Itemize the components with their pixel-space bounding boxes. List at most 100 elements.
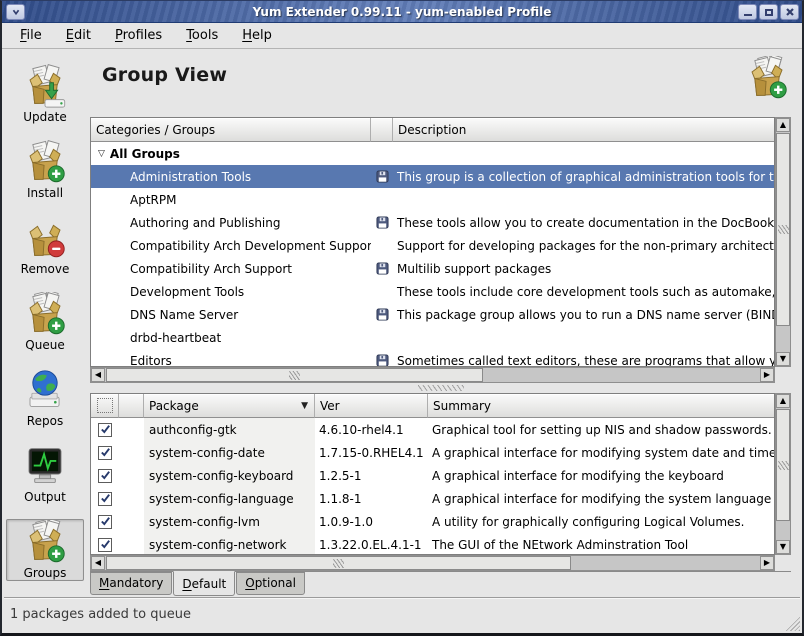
maximize-icon — [765, 9, 773, 16]
scroll-up-button[interactable]: ▲ — [776, 118, 790, 132]
groups-icon — [744, 56, 792, 102]
close-button[interactable] — [780, 4, 799, 20]
column-header-ver[interactable]: Ver — [315, 394, 428, 418]
scroll-down-button[interactable]: ▼ — [776, 540, 790, 554]
package-summary: A graphical interface for modifying the … — [428, 492, 774, 506]
sidebar-item-remove[interactable]: Remove — [6, 215, 84, 277]
column-header-icon[interactable] — [371, 118, 393, 142]
tab-optional[interactable]: Optional — [236, 572, 305, 595]
column-header-package[interactable]: Package▼ — [144, 394, 315, 418]
scrollbar-thumb[interactable] — [776, 133, 790, 326]
pane-resize-handle[interactable] — [90, 384, 791, 392]
sidebar-item-output[interactable]: Output — [6, 443, 84, 505]
package-row[interactable]: system-config-language1.1.8-1A graphical… — [91, 487, 774, 510]
group-row[interactable]: DNS Name Server This package group allow… — [91, 303, 774, 326]
floppy-icon — [371, 354, 393, 366]
group-row[interactable]: Authoring and Publishing These tools all… — [91, 211, 774, 234]
sidebar-item-queue[interactable]: Queue — [6, 291, 84, 353]
package-row[interactable]: system-config-lvm1.0.9-1.0A utility for … — [91, 510, 774, 533]
group-row[interactable]: Editors Sometimes called text editors, t… — [91, 349, 774, 366]
tab-default[interactable]: Default — [173, 571, 235, 596]
select-all-box[interactable] — [97, 398, 113, 413]
packages-vertical-scrollbar[interactable]: ▲ ▼ — [775, 393, 791, 555]
column-header-summary[interactable]: Summary — [428, 394, 774, 418]
groups-icon — [22, 520, 68, 565]
group-description: Multilib support packages — [393, 262, 774, 276]
package-type-tabs: MandatoryDefaultOptional — [90, 571, 791, 599]
package-row[interactable]: system-config-keyboard1.2.5-1A graphical… — [91, 464, 774, 487]
sidebar-item-label: Install — [27, 186, 63, 200]
package-summary: A utility for graphically configuring Lo… — [428, 515, 774, 529]
tab-mandatory[interactable]: Mandatory — [90, 572, 172, 595]
window-title: Yum Extender 0.99.11 - yum-enabled Profi… — [2, 5, 802, 19]
scroll-left-button[interactable]: ◀ — [91, 556, 105, 570]
package-name: system-config-network — [144, 533, 315, 554]
package-row[interactable]: system-config-date1.7.15-0.RHEL4.1A grap… — [91, 441, 774, 464]
menu-file[interactable]: File — [10, 25, 52, 46]
group-row[interactable]: drbd-heartbeat — [91, 326, 774, 349]
column-header-checkbox[interactable] — [91, 394, 119, 418]
menubar: FileEditProfilesToolsHelp — [2, 23, 802, 49]
maximize-button[interactable] — [759, 4, 778, 20]
package-summary: Graphical tool for setting up NIS and sh… — [428, 423, 774, 437]
sidebar-item-repos[interactable]: Repos — [6, 367, 84, 429]
titlebar[interactable]: Yum Extender 0.99.11 - yum-enabled Profi… — [2, 1, 802, 23]
group-name: Authoring and Publishing — [91, 216, 371, 230]
resize-grip[interactable] — [785, 616, 800, 631]
package-version: 1.3.22.0.EL.4.1-1 — [315, 538, 428, 552]
scroll-left-button[interactable]: ◀ — [91, 368, 105, 382]
column-header-categories[interactable]: Categories / Groups — [91, 118, 371, 142]
package-checkbox[interactable] — [98, 492, 112, 506]
group-row[interactable]: Compatibility Arch Support Multilib supp… — [91, 257, 774, 280]
groups-vertical-scrollbar[interactable]: ▲ ▼ — [775, 117, 791, 367]
minimize-button[interactable] — [738, 4, 757, 20]
group-name: Administration Tools — [91, 170, 371, 184]
packages-table: Package▼ Ver Summary authconfig-gtk4.6.1… — [90, 393, 791, 571]
scroll-up-button[interactable]: ▲ — [776, 394, 790, 408]
menu-profiles[interactable]: Profiles — [105, 25, 172, 46]
window-menu-button[interactable] — [6, 4, 25, 20]
scroll-right-button[interactable]: ▶ — [760, 556, 774, 570]
scroll-down-button[interactable]: ▼ — [776, 352, 790, 366]
group-name: DNS Name Server — [91, 308, 371, 322]
package-checkbox[interactable] — [98, 446, 112, 460]
expander-icon[interactable]: ▽ — [98, 149, 105, 159]
sidebar-item-update[interactable]: Update — [6, 63, 84, 125]
group-description: This package group allows you to run a D… — [393, 308, 774, 322]
scrollbar-thumb[interactable] — [776, 409, 790, 521]
close-icon — [785, 7, 795, 17]
package-name: system-config-date — [144, 441, 315, 464]
package-version: 1.7.15-0.RHEL4.1 — [315, 446, 428, 460]
app-window: Yum Extender 0.99.11 - yum-enabled Profi… — [0, 0, 804, 636]
group-name: AptRPM — [91, 193, 371, 207]
scroll-right-button[interactable]: ▶ — [760, 368, 774, 382]
package-checkbox[interactable] — [98, 469, 112, 483]
column-header-description[interactable]: Description — [393, 118, 774, 142]
column-header-spacer[interactable] — [119, 394, 144, 418]
group-row[interactable]: ▽All Groups — [91, 142, 774, 165]
sidebar-item-label: Update — [23, 110, 66, 124]
menu-tools[interactable]: Tools — [176, 25, 228, 46]
sidebar-item-label: Output — [24, 490, 66, 504]
menu-help[interactable]: Help — [232, 25, 282, 46]
package-row[interactable]: system-config-network1.3.22.0.EL.4.1-1Th… — [91, 533, 774, 554]
packages-horizontal-scrollbar[interactable]: ◀ ▶ — [90, 555, 775, 571]
install-icon — [22, 140, 68, 185]
package-checkbox[interactable] — [98, 423, 112, 437]
package-checkbox[interactable] — [98, 515, 112, 529]
sidebar-item-install[interactable]: Install — [6, 139, 84, 201]
group-row[interactable]: Administration Tools This group is a col… — [91, 165, 774, 188]
package-row[interactable]: authconfig-gtk4.6.10-rhel4.1Graphical to… — [91, 418, 774, 441]
groups-horizontal-scrollbar[interactable]: ◀ ▶ — [90, 367, 775, 383]
group-row[interactable]: AptRPM — [91, 188, 774, 211]
sidebar-item-groups[interactable]: Groups — [6, 519, 84, 581]
scrollbar-thumb[interactable] — [106, 556, 571, 570]
floppy-icon — [371, 216, 393, 229]
menu-edit[interactable]: Edit — [56, 25, 101, 46]
group-description: These tools allow you to create document… — [393, 216, 774, 230]
scrollbar-thumb[interactable] — [106, 368, 483, 382]
page-title: Group View — [102, 64, 227, 86]
package-checkbox[interactable] — [98, 538, 112, 552]
group-row[interactable]: Development ToolsThese tools include cor… — [91, 280, 774, 303]
group-row[interactable]: Compatibility Arch Development SupportSu… — [91, 234, 774, 257]
